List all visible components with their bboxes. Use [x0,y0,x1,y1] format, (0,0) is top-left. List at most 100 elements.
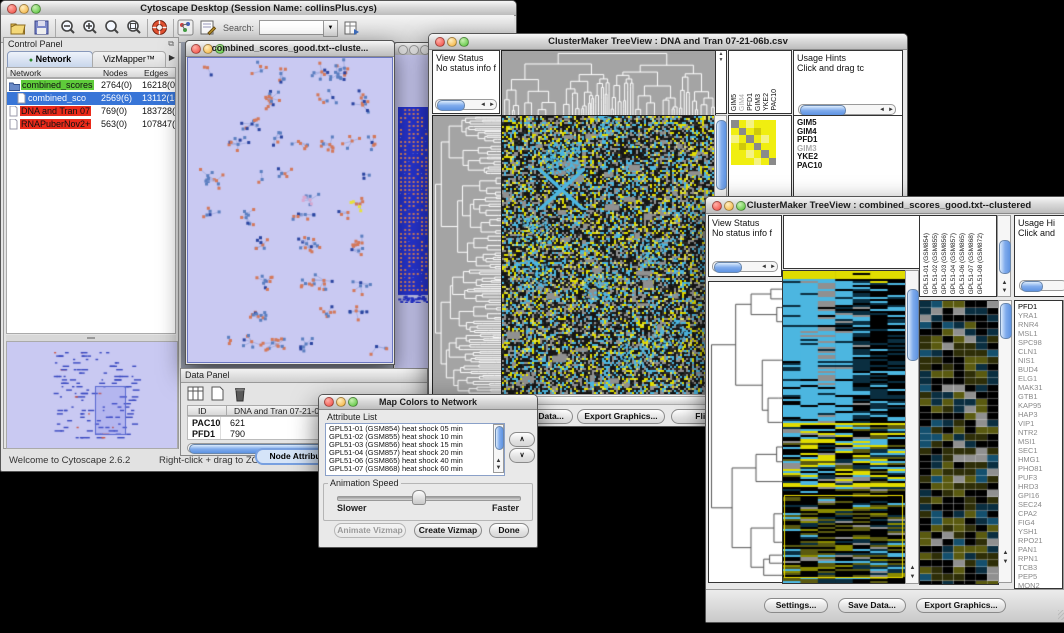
data-cell-value[interactable]: 790 [230,429,245,439]
heatmap-canvas[interactable] [501,115,715,395]
gene-label[interactable]: NIS1 [1018,356,1043,365]
dialog-titlebar[interactable]: Map Colors to Network [319,395,537,410]
network-overview-canvas[interactable] [6,341,178,449]
gene-label[interactable]: SEC24 [1018,500,1043,509]
gene-label[interactable]: RNR4 [1018,320,1043,329]
gene-label[interactable]: SEC1 [1018,446,1043,455]
gene-label[interactable]: NTR2 [1018,428,1043,437]
heatmap-vscrollbar[interactable]: ▲ ▼ [905,270,919,584]
network-view-titlebar[interactable]: combined_scores_good.txt--cluste... [186,41,394,57]
tab-overflow-arrow[interactable]: ▶ [169,53,175,62]
float-panel-icon[interactable]: ⧉ [168,39,174,49]
attribute-table-icon[interactable] [187,386,205,404]
data-cell-value[interactable]: 621 [230,418,245,428]
gene-label[interactable]: VIP1 [1018,419,1043,428]
usage-hints-scrollbar[interactable]: ◄► [798,104,896,115]
export-graphics-button[interactable]: Export Graphics... [577,409,665,424]
gene-label[interactable]: RPO21 [1018,536,1043,545]
speed-slider-thumb[interactable] [412,490,426,505]
zoom-in-icon[interactable] [81,19,99,37]
main-titlebar[interactable]: Cytoscape Desktop (Session Name: collins… [1,1,516,16]
table-row[interactable]: combined_scores 2764(0) 16218(0) [7,79,175,92]
data-cell-id[interactable]: PAC10 [192,418,220,428]
table-row[interactable]: RNAPuberNov2+ 563(0) 107847(0) [7,118,175,131]
table-row-selected[interactable]: combined_sco 2569(6) 13112(15) [7,92,175,105]
settings-button[interactable]: Settings... [764,598,828,613]
help-lifering-icon[interactable] [151,19,169,37]
gene-label[interactable]: KAP95 [1018,401,1043,410]
create-vizmap-button[interactable]: Create Vizmap [414,523,482,538]
zoom-view-vscrollbar[interactable]: ▲ ▼ [998,300,1012,583]
row-dendrogram-canvas[interactable] [432,115,503,395]
gene-label[interactable]: MSL1 [1018,329,1043,338]
animate-vizmap-button[interactable]: Animate Vizmap [334,523,406,538]
attribute-list-scrollbar[interactable]: ▲ ▼ [493,424,504,473]
gene-label[interactable]: YSH1 [1018,527,1043,536]
close-button[interactable] [398,45,408,55]
gene-label[interactable]: ELG1 [1018,374,1043,383]
column-dendrogram-canvas[interactable] [501,50,716,116]
attribute-item[interactable]: GPL51-07 (GSM868) heat shock 60 min [329,465,463,473]
done-button[interactable]: Done [489,523,529,538]
speed-slider-track[interactable] [337,496,521,501]
correlation-matrix[interactable] [731,120,776,165]
zoom-selected-icon[interactable] [125,19,143,37]
gene-label[interactable]: MON2 [1018,581,1043,589]
gene-label[interactable]: GTB1 [1018,392,1043,401]
usage-hints-scrollbar[interactable] [1019,280,1064,291]
gene-label[interactable]: MSI1 [1018,437,1043,446]
minimize-button[interactable] [409,45,419,55]
gene-label[interactable]: SPC98 [1018,338,1043,347]
tab-vizmapper[interactable]: VizMapper™ [92,51,166,68]
treeview2-titlebar[interactable]: ClusterMaker TreeView : combined_scores_… [706,197,1064,214]
gene-label[interactable]: HMG1 [1018,455,1043,464]
gene-label[interactable]: PHO81 [1018,464,1043,473]
gene-label[interactable]: TCB3 [1018,563,1043,572]
micro-scrollbar[interactable]: ▲▼ [715,50,727,114]
data-cell-id[interactable]: PFD1 [192,429,215,439]
gene-label[interactable]: PAN1 [1018,545,1043,554]
gene-label[interactable]: PEP5 [1018,572,1043,581]
gene-label[interactable]: GPI16 [1018,491,1043,500]
gpl-labels-scrollbar[interactable]: ▲ ▼ [997,215,1011,297]
row-dendrogram-canvas[interactable] [708,281,783,583]
export-graphics-button[interactable]: Export Graphics... [916,598,1006,613]
zoom-fit-icon[interactable] [103,19,121,37]
treeview1-titlebar[interactable]: ClusterMaker TreeView : DNA and Tran 07-… [429,34,907,50]
gene-label[interactable]: YRA1 [1018,311,1043,320]
import-table-icon[interactable] [343,19,361,37]
gene-label[interactable]: CPA2 [1018,509,1043,518]
network-nodes: 563(0) [101,119,127,129]
gene-label[interactable]: HAP3 [1018,410,1043,419]
view-status-scrollbar[interactable]: ◄► [435,99,497,110]
network-canvas[interactable] [187,57,393,363]
gene-label[interactable]: RPN1 [1018,554,1043,563]
heatmap-canvas[interactable] [782,270,906,584]
strip-network-canvas-area[interactable] [395,55,432,371]
gene-label[interactable]: MAK31 [1018,383,1043,392]
tab-network[interactable]: ● Network [7,51,93,68]
column-tree-area[interactable] [783,215,920,269]
vizmapper-nodes-icon[interactable] [177,19,195,37]
open-file-icon[interactable] [9,19,27,37]
gene-label[interactable]: HRD3 [1018,482,1043,491]
resize-grip[interactable] [1058,610,1064,620]
move-down-button[interactable]: ∨ [509,448,535,463]
gene-label[interactable]: PUF3 [1018,473,1043,482]
annotation-icon[interactable] [199,19,217,37]
search-dropdown-button[interactable]: ▼ [323,20,338,37]
zoom-out-icon[interactable] [59,19,77,37]
zoomed-selection-canvas[interactable] [919,300,999,585]
save-icon[interactable] [33,19,51,37]
new-attribute-icon[interactable] [209,386,227,404]
gene-label[interactable]: FIG4 [1018,518,1043,527]
table-row[interactable]: DNA and Tran 07 769(0) 183728(0) [7,105,175,118]
save-data-button[interactable]: Save Data... [838,598,906,613]
gene-label[interactable]: CLN1 [1018,347,1043,356]
delete-attribute-icon[interactable] [231,386,249,404]
gene-label[interactable]: BUD4 [1018,365,1043,374]
gene-label[interactable]: PFD1 [1018,302,1043,311]
move-up-button[interactable]: ∧ [509,432,535,447]
search-input[interactable] [259,20,325,35]
view-status-scrollbar[interactable]: ◄► [712,261,778,272]
